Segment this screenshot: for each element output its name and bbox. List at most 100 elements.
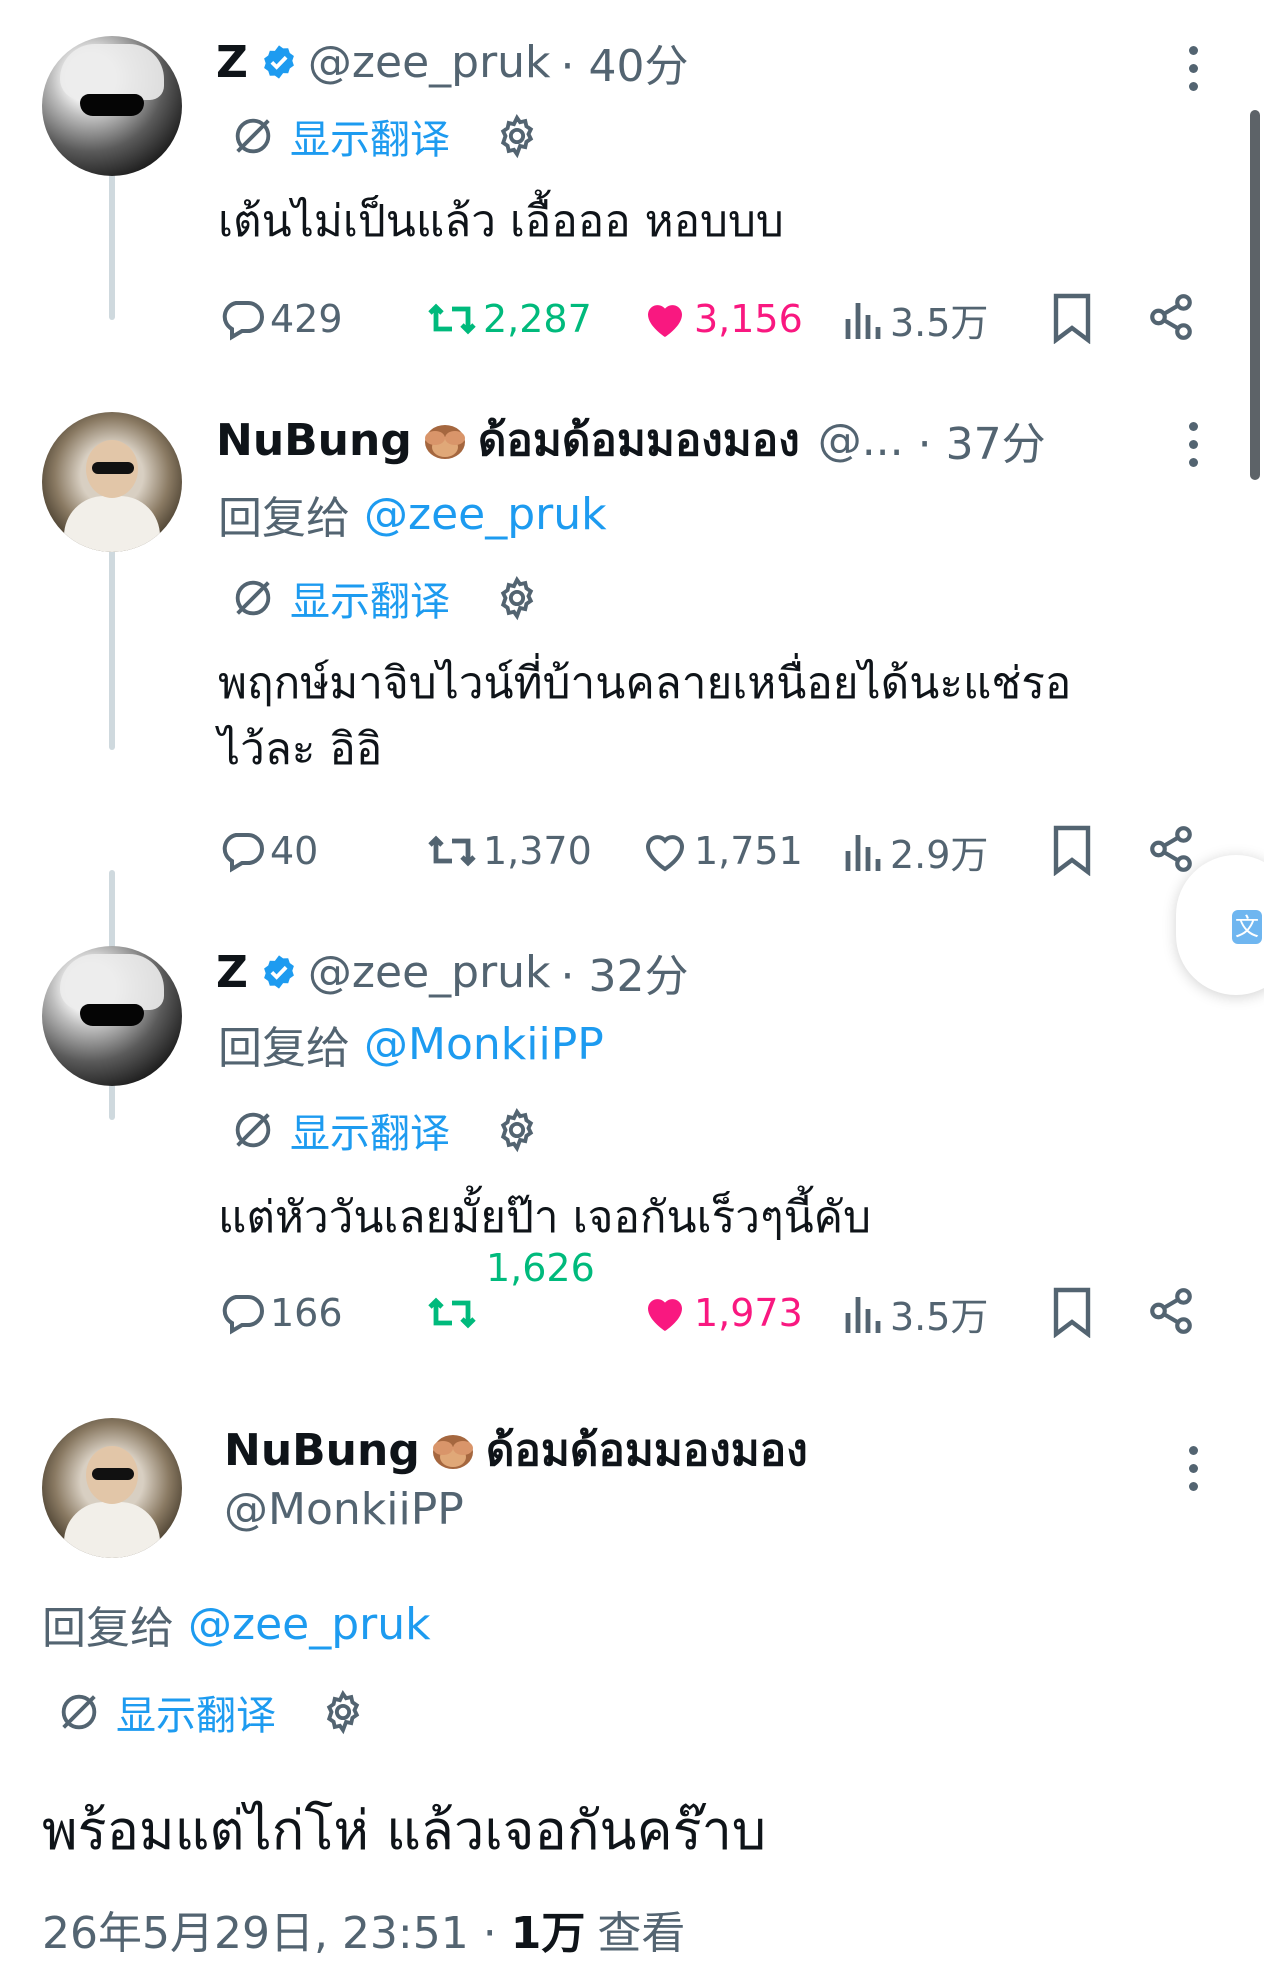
retweet-icon (428, 835, 476, 867)
reply-mention[interactable]: @MonkiiPP (364, 1019, 604, 1070)
reply-icon (222, 301, 264, 341)
heart-filled-icon (648, 1299, 682, 1331)
display-name-suffix[interactable]: ด้อมด้อมมองมอง (486, 1415, 808, 1485)
user-handle[interactable]: @... (818, 415, 904, 466)
like-button[interactable]: 3,156 (640, 294, 803, 344)
display-name[interactable]: Z (216, 37, 248, 88)
retweet-icon (428, 1297, 476, 1329)
show-translation-link[interactable]: 显示翻译 (290, 107, 450, 165)
more-options-icon[interactable] (1189, 1446, 1199, 1500)
avatar[interactable] (42, 36, 182, 176)
see-no-evil-monkey-icon (424, 425, 465, 459)
heart-outline-icon (645, 835, 685, 872)
views-button[interactable]: 2.9万 (842, 826, 989, 877)
gear-icon[interactable] (494, 113, 540, 159)
reply-to-line: 回复给 @zee_pruk (42, 1594, 431, 1655)
reply-button[interactable]: 40 (218, 826, 318, 876)
retweet-icon (428, 303, 476, 335)
views-chart-icon (845, 835, 881, 871)
reply-icon (222, 833, 264, 873)
reply-mention[interactable]: @zee_pruk (364, 489, 607, 540)
reply-to-line: 回复给 @zee_pruk (218, 484, 607, 545)
tweet-text-line-1: พฤกษ์มาจิบไวน์ที่บ้านคลายเหนื่อยได้นะแช่… (218, 658, 1072, 709)
retweet-button[interactable]: 2,287 (425, 294, 592, 344)
gear-icon[interactable] (320, 1689, 366, 1735)
retweet-count: 1,626 (486, 1246, 595, 1290)
gear-icon[interactable] (494, 1107, 540, 1153)
share-icon[interactable] (1146, 824, 1196, 874)
retweet-count: 2,287 (483, 297, 592, 341)
tweet-time[interactable]: · 40分 (561, 30, 689, 94)
tweet-timestamp[interactable]: 26年5月29日, 23:51 · (42, 1897, 497, 1961)
display-name[interactable]: NuBung (224, 1425, 420, 1476)
reply-prefix: 回复给 (42, 1603, 174, 1654)
translate-row: 显示翻译 (230, 108, 540, 164)
views-count: 2.9万 (890, 832, 989, 877)
tweet-text-line-2: ไว้ละ อิอิ (218, 724, 383, 775)
retweet-button[interactable] (425, 1288, 483, 1338)
retweet-count: 1,370 (483, 829, 592, 873)
display-name-suffix[interactable]: ด้อมด้อมมองมอง (478, 405, 800, 475)
view-label: 查看 (597, 1908, 686, 1959)
more-options-icon[interactable] (1189, 422, 1199, 476)
gear-icon[interactable] (494, 575, 540, 621)
see-no-evil-monkey-icon (432, 1435, 473, 1469)
share-icon[interactable] (1146, 292, 1196, 342)
share-icon[interactable] (1146, 1286, 1196, 1336)
tweet-time[interactable]: · 37分 (918, 408, 1046, 472)
user-handle[interactable]: @zee_pruk (308, 37, 551, 88)
user-handle[interactable]: @MonkiiPP (224, 1484, 464, 1535)
no-translate-icon (235, 580, 271, 616)
reply-count: 166 (270, 1291, 343, 1335)
no-translate-icon (235, 118, 271, 154)
more-options-icon[interactable] (1189, 46, 1199, 100)
avatar[interactable] (42, 946, 182, 1086)
like-button[interactable]: 1,973 (640, 1288, 803, 1338)
reply-prefix: 回复给 (218, 493, 350, 544)
show-translation-link[interactable]: 显示翻译 (116, 1683, 276, 1741)
like-count: 1,973 (694, 1291, 803, 1335)
show-translation-link[interactable]: 显示翻译 (290, 1101, 450, 1159)
views-button[interactable]: 3.5万 (842, 1288, 989, 1339)
no-translate-icon (61, 1694, 97, 1730)
verified-badge-icon (264, 955, 294, 989)
views-chart-icon (845, 303, 881, 339)
tweet-meta: 26年5月29日, 23:51 · 1万 查看 (42, 1898, 685, 1960)
reply-mention[interactable]: @zee_pruk (188, 1599, 431, 1650)
display-name[interactable]: NuBung (216, 415, 412, 466)
display-name[interactable]: Z (216, 947, 248, 998)
views-count: 3.5万 (890, 300, 989, 345)
tweet-header: Z @zee_pruk · 32分 (216, 940, 689, 1004)
reply-count: 429 (270, 297, 343, 341)
views-button[interactable]: 3.5万 (842, 294, 989, 345)
scrollbar[interactable] (1250, 110, 1260, 480)
show-translation-link[interactable]: 显示翻译 (290, 569, 450, 627)
avatar[interactable] (42, 412, 182, 552)
user-handle[interactable]: @zee_pruk (308, 947, 551, 998)
verified-badge-icon (264, 45, 294, 79)
view-count: 1万 (510, 1908, 586, 1959)
reply-button[interactable]: 166 (218, 1288, 343, 1338)
bookmark-icon[interactable] (1052, 824, 1092, 876)
translate-app-icon: 文 (1232, 910, 1262, 944)
avatar[interactable] (42, 1418, 182, 1558)
tweet-text: พร้อมแต่ไก่โห่ แล้วเจอกันคร๊าบ (42, 1799, 767, 1862)
no-translate-icon (235, 1112, 271, 1148)
tweet-header: NuBung ด้อมด้อมมองมอง (224, 1418, 808, 1482)
like-button[interactable]: 1,751 (640, 826, 803, 876)
like-count: 1,751 (694, 829, 803, 873)
like-count: 3,156 (694, 297, 803, 341)
bookmark-icon[interactable] (1052, 292, 1092, 344)
retweet-button[interactable]: 1,370 (425, 826, 592, 876)
tweet-time[interactable]: · 32分 (561, 940, 689, 1004)
reply-to-line: 回复给 @MonkiiPP (218, 1014, 604, 1075)
translate-row: 显示翻译 (230, 1102, 540, 1158)
reply-prefix: 回复给 (218, 1023, 350, 1074)
tweet-text: แต่หัววันเลยมั้ยป๊า เจอกันเร็วๆนี้คับ (218, 1192, 872, 1243)
views-count: 3.5万 (890, 1294, 989, 1339)
tweet-header: NuBung ด้อมด้อมมองมอง @... · 37分 (216, 408, 1046, 472)
views-chart-icon (845, 1297, 881, 1333)
heart-filled-icon (648, 305, 682, 337)
bookmark-icon[interactable] (1052, 1286, 1092, 1338)
reply-button[interactable]: 429 (218, 294, 343, 344)
